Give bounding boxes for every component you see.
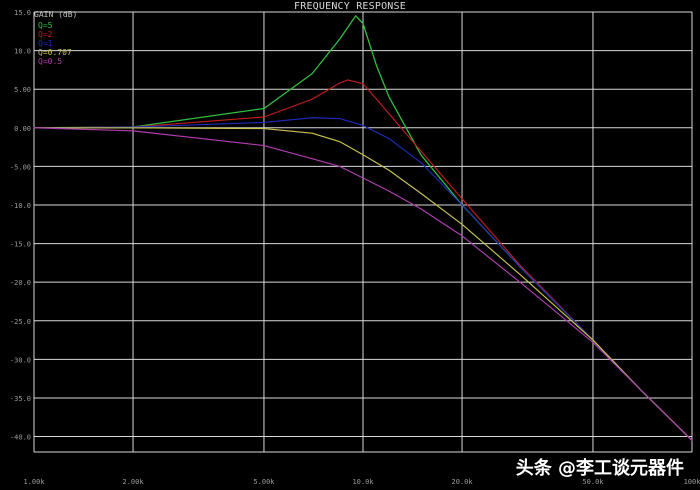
chart-title: FREQUENCY RESPONSE [294, 1, 406, 12]
y-tick-label: 5.00 [14, 86, 31, 94]
y-tick-label: -20.0 [10, 279, 31, 287]
x-tick-label: 1.00k [23, 478, 45, 486]
frequency-response-screen: 15.0 10.0 5.00 0.00 -5.00 -10.0 -15.0 -20.0 -25.… [0, 0, 700, 490]
x-tick-label: 5.00k [253, 478, 275, 486]
y-axis-label: GAIN (dB) [34, 10, 77, 19]
y-tick-label: -10.0 [10, 202, 31, 210]
y-tick-label: 10.0 [14, 48, 31, 56]
legend-item-q-1: Q=1 [38, 39, 53, 48]
watermark-text: 头条 @李工谈元器件 [515, 458, 684, 479]
y-tick-label: -30.0 [10, 356, 31, 364]
y-tick-label: -15.0 [10, 241, 31, 249]
chart-legend: Q=5Q=2Q=1Q=0.707Q=0.5 [38, 21, 72, 66]
y-tick-label: -35.0 [10, 395, 31, 403]
x-tick-label: 2.00k [122, 478, 144, 486]
y-tick-label: -25.0 [10, 318, 31, 326]
x-tick-label: 10.0k [352, 478, 374, 486]
y-tick-label: -40.0 [10, 434, 31, 442]
legend-item-q-0-5: Q=0.5 [38, 57, 62, 66]
chart-axis-labels: 15.0 10.0 5.00 0.00 -5.00 -10.0 -15.0 -20.0 -25.… [10, 9, 700, 486]
legend-item-q-5: Q=5 [38, 21, 53, 30]
frequency-response-chart: 15.0 10.0 5.00 0.00 -5.00 -10.0 -15.0 -20.0 -25.… [10, 1, 700, 486]
y-tick-label: 15.0 [14, 9, 31, 17]
y-tick-label: -5.00 [10, 163, 31, 171]
y-tick-label: 0.00 [14, 125, 31, 133]
chart-grid [33, 11, 693, 453]
legend-item-q-2: Q=2 [38, 30, 53, 39]
x-tick-label: 20.0k [451, 478, 473, 486]
legend-item-q-0-707: Q=0.707 [38, 48, 72, 57]
x-tick-label: 100k [684, 478, 700, 486]
